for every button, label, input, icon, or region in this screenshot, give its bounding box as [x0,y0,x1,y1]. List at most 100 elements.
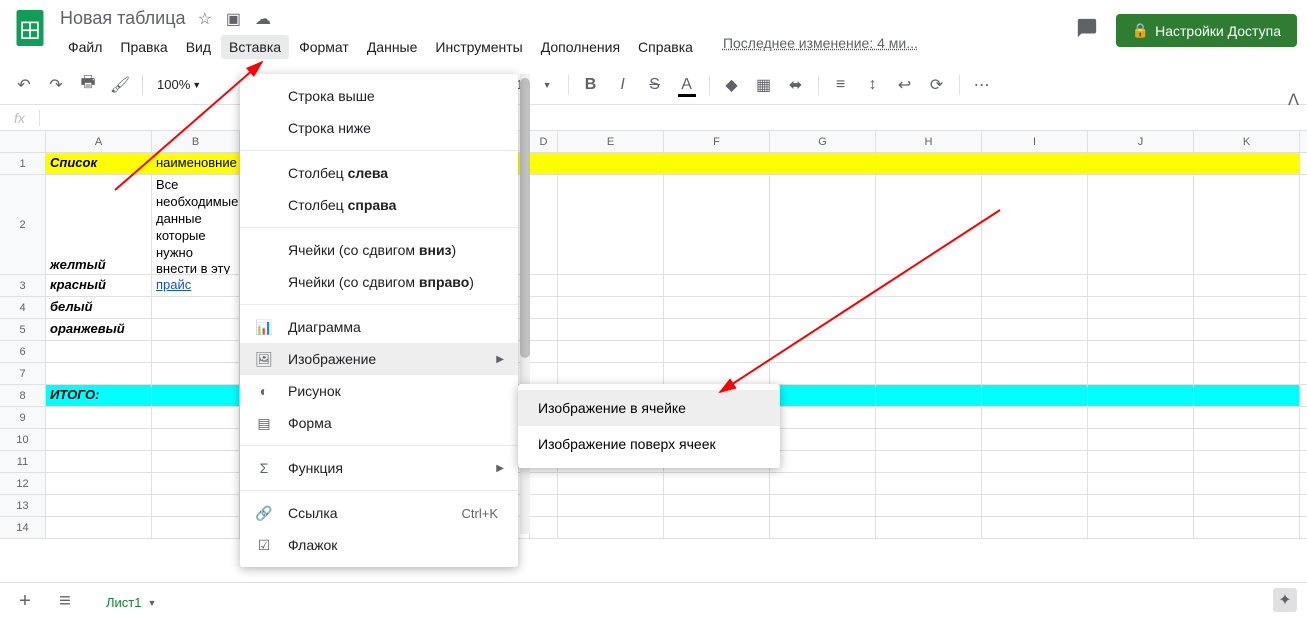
menu-edit[interactable]: Правка [112,35,175,59]
doc-title[interactable]: Новая таблица [60,8,186,29]
row-header-11[interactable]: 11 [0,451,46,473]
explore-button[interactable]: ✦ [1273,588,1297,612]
cell-B1[interactable]: наименовние [152,153,240,174]
col-header-K[interactable]: K [1194,131,1300,152]
menu-checkbox[interactable]: ☑Флажок [240,529,518,561]
col-header-G[interactable]: G [770,131,876,152]
move-icon[interactable]: ▣ [226,9,241,29]
wrap-icon[interactable]: ↩ [891,71,919,99]
col-header-E[interactable]: E [558,131,664,152]
cell-D1[interactable] [530,153,558,174]
menu-function[interactable]: ΣФункция▶ [240,452,518,484]
collapse-chevron-icon[interactable]: ᐱ [1288,90,1299,110]
undo-icon[interactable]: ↶ [10,71,38,99]
cell-B3[interactable]: прайс [152,275,240,296]
col-header-H[interactable]: H [876,131,982,152]
link-icon: 🔗 [254,505,274,522]
cell-B2[interactable]: Все необходимые данные которые нужно вне… [152,175,240,274]
menu-format[interactable]: Формат [291,35,357,59]
cell-I1[interactable] [982,153,1088,174]
submenu-image-over-cells[interactable]: Изображение поверх ячеек [518,426,780,462]
menu-help[interactable]: Справка [630,35,701,59]
borders-icon[interactable]: ▦ [750,71,778,99]
menu-link[interactable]: 🔗СсылкаCtrl+K [240,497,518,529]
tab-menu-icon[interactable]: ▼ [147,598,156,608]
menu-addons[interactable]: Дополнения [533,35,628,59]
cell-A3[interactable]: красный [46,275,152,296]
row-header-2[interactable]: 2 [0,175,46,275]
col-header-J[interactable]: J [1088,131,1194,152]
select-all-corner[interactable] [0,131,46,152]
bold-icon[interactable]: B [577,71,605,99]
cloud-icon[interactable]: ☁ [255,9,271,29]
row-header-12[interactable]: 12 [0,473,46,495]
comments-icon[interactable] [1076,17,1098,44]
add-sheet-button[interactable]: + [10,587,40,617]
formula-bar: fx [0,105,1307,131]
fill-color-icon[interactable]: ◆ [718,71,746,99]
italic-icon[interactable]: I [609,71,637,99]
submenu-image-in-cell[interactable]: Изображение в ячейке [518,390,780,426]
menu-col-left[interactable]: Столбец слева [240,157,518,189]
cell-J1[interactable] [1088,153,1194,174]
row-header-6[interactable]: 6 [0,341,46,363]
col-header-A[interactable]: A [46,131,152,152]
last-edit[interactable]: Последнее изменение: 4 ми... [723,35,918,59]
share-button[interactable]: 🔒 Настройки Доступа [1116,14,1297,47]
zoom-selector[interactable]: 100% ▼ [151,75,207,94]
row-header-13[interactable]: 13 [0,495,46,517]
row-header-5[interactable]: 5 [0,319,46,341]
all-sheets-button[interactable]: ≡ [50,587,80,617]
print-icon[interactable]: 🖶 [74,71,102,99]
row-header-3[interactable]: 3 [0,275,46,297]
menu-cells-right[interactable]: Ячейки (со сдвигом вправо) [240,266,518,298]
cell-A2[interactable]: желтый [46,175,152,274]
cell-H1[interactable] [876,153,982,174]
redo-icon[interactable]: ↷ [42,71,70,99]
cell-G1[interactable] [770,153,876,174]
text-color-icon[interactable]: A [673,71,701,99]
row-header-14[interactable]: 14 [0,517,46,539]
sheets-logo[interactable] [10,8,50,48]
more-icon[interactable]: ⋯ [968,71,996,99]
cell-A4[interactable]: белый [46,297,152,318]
row-header-8[interactable]: 8 [0,385,46,407]
cell-D2[interactable] [530,175,558,274]
col-header-I[interactable]: I [982,131,1088,152]
menu-data[interactable]: Данные [359,35,426,59]
col-header-F[interactable]: F [664,131,770,152]
cell-A5[interactable]: оранжевый [46,319,152,340]
valign-icon[interactable]: ↕ [859,71,887,99]
cell-E1[interactable] [558,153,664,174]
menu-view[interactable]: Вид [178,35,219,59]
menu-chart[interactable]: 📊Диаграмма [240,311,518,343]
cell-A8[interactable]: ИТОГО: [46,385,152,406]
menu-insert[interactable]: Вставка [221,35,289,59]
cell-F1[interactable] [664,153,770,174]
menu-row-above[interactable]: Строка выше [240,80,518,112]
menu-file[interactable]: Файл [60,35,110,59]
rotate-icon[interactable]: ⟳ [923,71,951,99]
halign-icon[interactable]: ≡ [827,71,855,99]
row-header-1[interactable]: 1 [0,153,46,175]
menu-col-right[interactable]: Столбец справа [240,189,518,221]
star-icon[interactable]: ☆ [198,9,212,29]
row-header-7[interactable]: 7 [0,363,46,385]
menu-drawing[interactable]: ◐Рисунок [240,375,518,407]
row-header-4[interactable]: 4 [0,297,46,319]
sheet-tab-1[interactable]: Лист1▼ [90,587,172,616]
row-header-10[interactable]: 10 [0,429,46,451]
row-header-9[interactable]: 9 [0,407,46,429]
col-header-D[interactable]: D [530,131,558,152]
menu-cells-down[interactable]: Ячейки (со сдвигом вниз) [240,234,518,266]
col-header-B[interactable]: B [152,131,240,152]
menu-row-below[interactable]: Строка ниже [240,112,518,144]
menu-form[interactable]: ▤Форма [240,407,518,439]
menu-image[interactable]: 🖼Изображение▶ [240,343,518,375]
paint-format-icon[interactable]: 🖌 [106,71,134,99]
menu-tools[interactable]: Инструменты [427,35,530,59]
merge-icon[interactable]: ⬌ [782,71,810,99]
cell-K1[interactable] [1194,153,1300,174]
strikethrough-icon[interactable]: S [641,71,669,99]
cell-A1[interactable]: Список [46,153,152,174]
